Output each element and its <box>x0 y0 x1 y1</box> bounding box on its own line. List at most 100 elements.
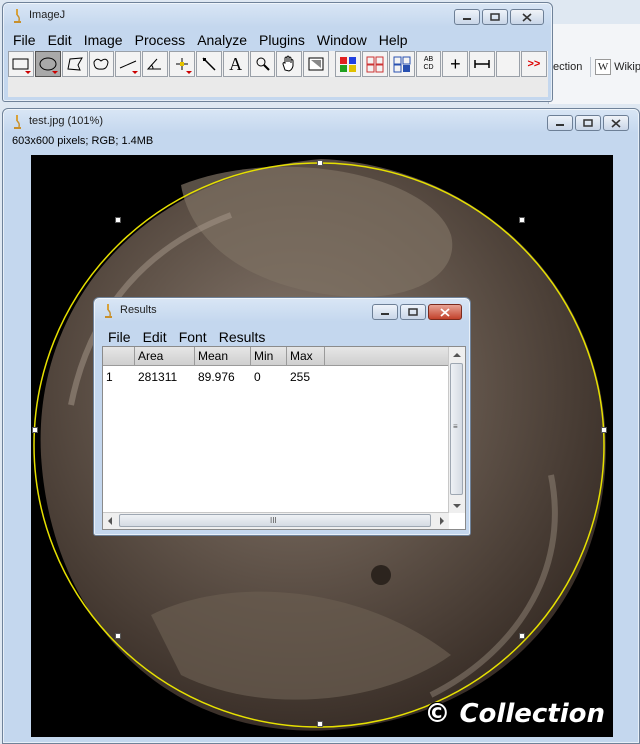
results-menu-results[interactable]: Results <box>213 327 272 347</box>
menu-process[interactable]: Process <box>129 30 192 50</box>
table-row[interactable]: 1 281311 89.976 0 255 <box>103 366 448 384</box>
dropper-icon <box>308 57 324 71</box>
rectangle-tool[interactable] <box>8 51 34 77</box>
magnifier-tool[interactable] <box>249 51 276 77</box>
vertical-scroll-thumb[interactable]: ≡ <box>450 363 463 495</box>
roi-handle[interactable] <box>317 160 323 166</box>
roi-handle[interactable] <box>115 217 121 223</box>
angle-tool[interactable] <box>142 51 169 77</box>
more-icon: >> <box>527 58 541 70</box>
roi-handle[interactable] <box>519 633 525 639</box>
scroll-left-arrow-icon[interactable] <box>107 517 113 525</box>
scroll-grip-icon: ≡ <box>453 422 458 431</box>
column-header-mean[interactable]: Mean <box>195 347 251 365</box>
vertical-scrollbar[interactable]: ≡ <box>448 347 465 513</box>
menu-plugins[interactable]: Plugins <box>253 30 311 50</box>
crosshair-tool[interactable]: + <box>442 51 469 77</box>
rectangle-icon <box>12 58 29 70</box>
horizontal-scrollbar[interactable]: III <box>103 512 449 529</box>
menu-help[interactable]: Help <box>373 30 414 50</box>
text-tool[interactable]: A <box>222 51 249 77</box>
imagej-microscope-icon <box>14 115 21 129</box>
results-window: Results File Edit Font Results Area Mean… <box>93 297 471 536</box>
plus-icon: + <box>450 53 461 74</box>
browser-tab-collection[interactable]: ection <box>549 61 590 73</box>
cell-max: 255 <box>290 370 311 384</box>
color-grid-icon <box>340 57 357 72</box>
roi-handle[interactable] <box>32 427 38 433</box>
cell-min: 0 <box>254 370 261 384</box>
close-button[interactable] <box>510 9 544 25</box>
wand-tool[interactable] <box>195 51 222 77</box>
blank-tool[interactable] <box>496 51 521 77</box>
roi-handle[interactable] <box>519 217 525 223</box>
magnifier-icon <box>256 57 270 71</box>
minimize-button[interactable] <box>372 304 398 320</box>
close-button[interactable] <box>603 115 629 131</box>
scroll-up-arrow-icon[interactable] <box>453 352 461 358</box>
roi-handle[interactable] <box>115 633 121 639</box>
results-table-body: 1 281311 89.976 0 255 <box>103 366 448 384</box>
menu-analyze[interactable]: Analyze <box>191 30 253 50</box>
scroll-grip-icon: III <box>270 516 277 525</box>
polygon-icon <box>67 57 83 71</box>
hand-tool[interactable] <box>276 51 303 77</box>
roi-manager-tool[interactable] <box>361 51 388 77</box>
ruler-icon <box>474 60 490 68</box>
results-table[interactable]: Area Mean Min Max 1 281311 89.976 0 255 … <box>102 346 466 530</box>
image-title: test.jpg (101%) <box>29 115 103 127</box>
minimize-button[interactable] <box>547 115 573 131</box>
label-tool[interactable]: AB CD <box>415 51 442 77</box>
maximize-button[interactable] <box>482 9 508 25</box>
image-titlebar[interactable]: test.jpg (101%) <box>3 109 639 135</box>
watermark-text: © Collection <box>424 699 605 729</box>
roi-handle[interactable] <box>317 721 323 727</box>
results-title: Results <box>120 304 157 316</box>
minimize-button[interactable] <box>454 9 480 25</box>
wikipedia-icon: W <box>595 59 612 75</box>
oval-tool[interactable] <box>34 51 61 77</box>
scroll-down-arrow-icon[interactable] <box>453 503 461 509</box>
angle-icon <box>147 58 162 70</box>
browser-tab-strip: ection W Wikip <box>549 54 640 80</box>
results-menu-file[interactable]: File <box>102 327 137 347</box>
roi-handle[interactable] <box>601 427 607 433</box>
menu-image[interactable]: Image <box>78 30 129 50</box>
imagej-main-window: ImageJ File Edit Image Process Analyze P… <box>2 2 553 102</box>
freehand-icon <box>93 58 109 70</box>
cell-area: 281311 <box>138 370 178 384</box>
dropper-tool[interactable] <box>303 51 330 77</box>
cell-mean: 89.976 <box>198 370 235 384</box>
stack-tool[interactable] <box>388 51 415 77</box>
results-menu-edit[interactable]: Edit <box>137 327 173 347</box>
imagej-titlebar[interactable]: ImageJ <box>3 3 552 29</box>
maximize-button[interactable] <box>575 115 601 131</box>
column-header-min[interactable]: Min <box>251 347 287 365</box>
results-table-header: Area Mean Min Max <box>103 347 448 366</box>
results-menu-font[interactable]: Font <box>173 327 213 347</box>
maximize-button[interactable] <box>400 304 426 320</box>
menu-file[interactable]: File <box>7 30 42 50</box>
color-picker-tool[interactable] <box>335 51 361 77</box>
wand-icon <box>202 57 216 71</box>
browser-tab-wikipedia-label: Wikip <box>614 61 640 73</box>
column-header-max[interactable]: Max <box>287 347 325 365</box>
roi-grid-icon <box>366 56 384 73</box>
imagej-status-bar <box>8 77 548 97</box>
polygon-tool[interactable] <box>61 51 88 77</box>
scroll-right-arrow-icon[interactable] <box>439 517 445 525</box>
horizontal-scroll-thumb[interactable]: III <box>119 514 431 527</box>
browser-tab-wikipedia[interactable]: W Wikip <box>590 57 640 77</box>
column-header-area[interactable]: Area <box>135 347 195 365</box>
close-button[interactable] <box>428 304 462 320</box>
line-tool[interactable] <box>115 51 142 77</box>
measure-tool[interactable] <box>469 51 496 77</box>
imagej-microscope-icon <box>105 304 112 318</box>
results-titlebar[interactable]: Results <box>94 298 470 324</box>
point-tool[interactable] <box>169 51 195 77</box>
freehand-tool[interactable] <box>88 51 115 77</box>
menu-edit[interactable]: Edit <box>42 30 78 50</box>
menu-window[interactable]: Window <box>311 30 373 50</box>
more-tools[interactable]: >> <box>521 51 547 77</box>
column-header-index[interactable] <box>103 347 135 365</box>
